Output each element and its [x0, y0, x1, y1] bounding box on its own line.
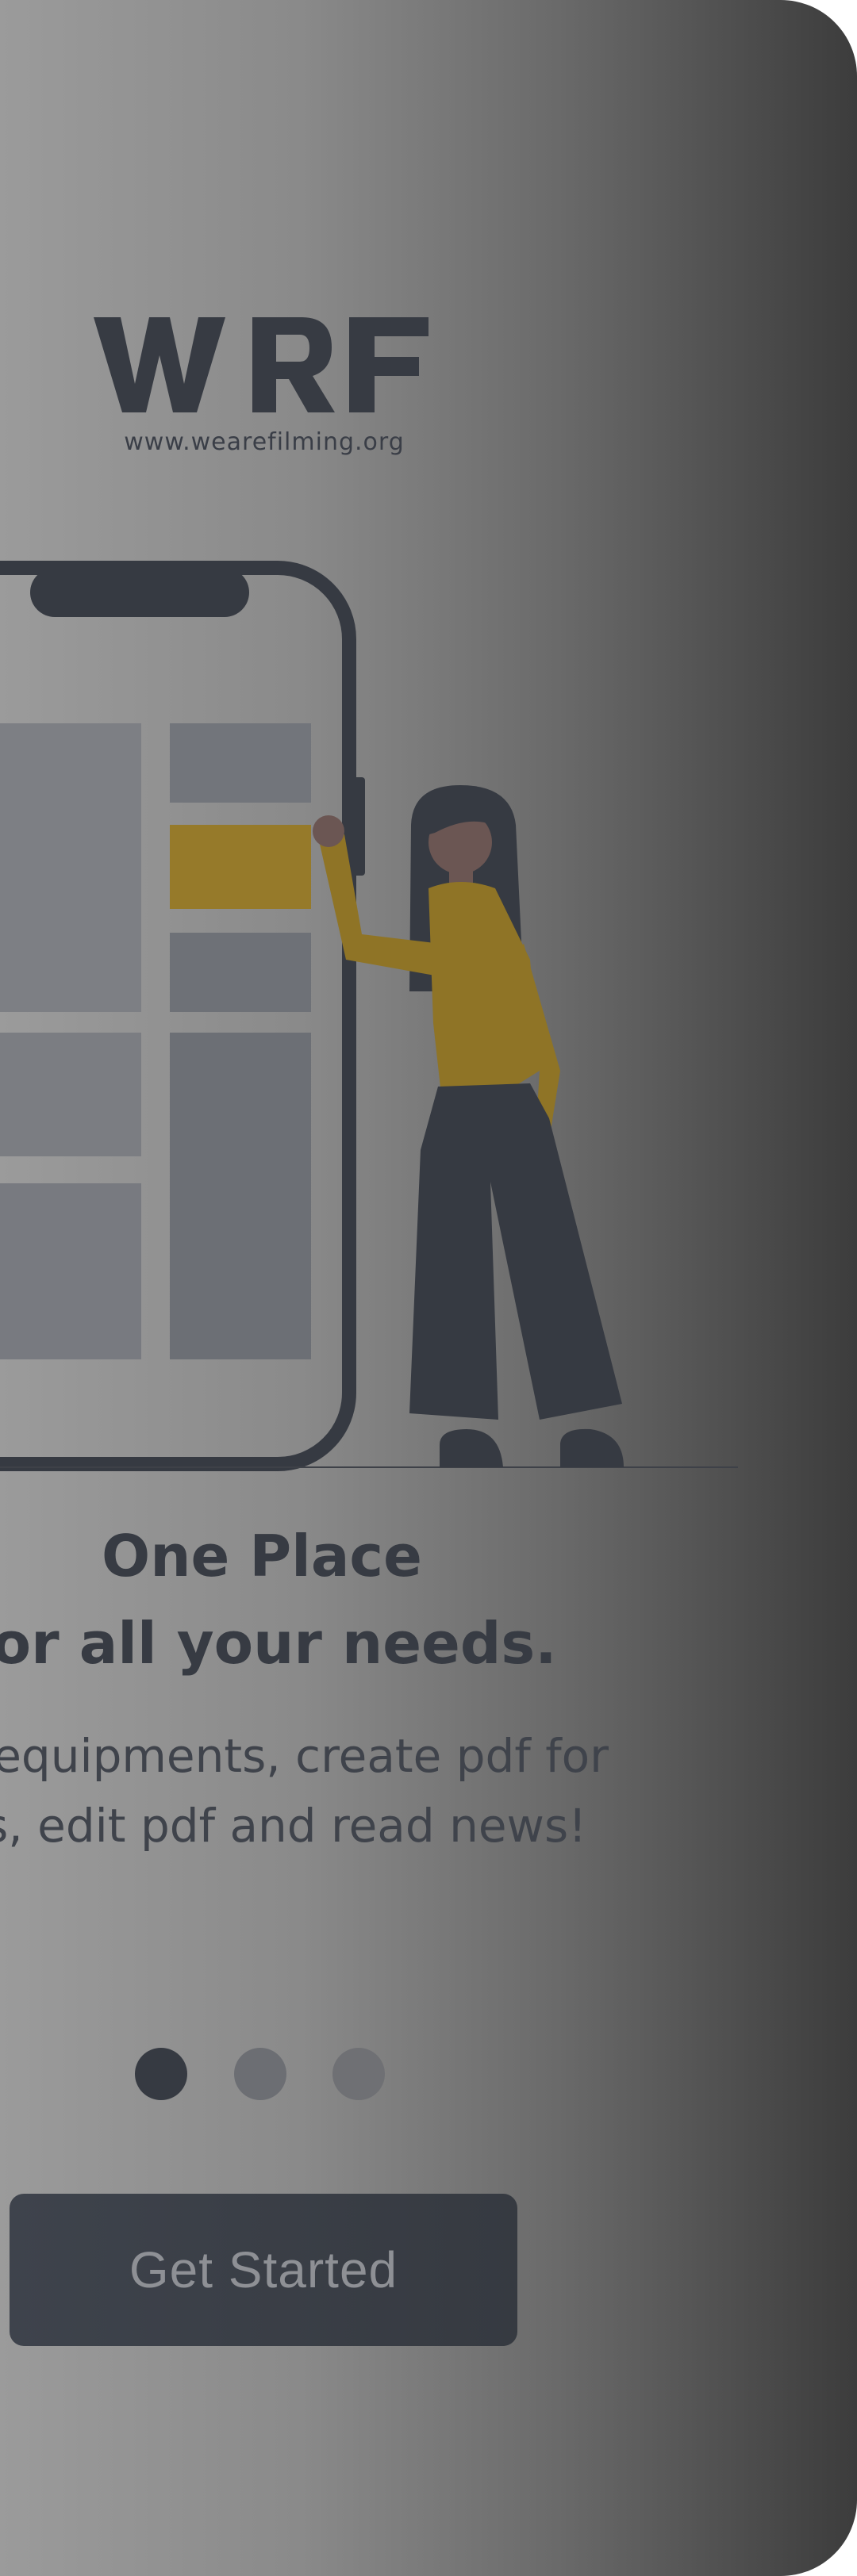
screen-tile	[170, 933, 311, 1012]
title-line-1: One Place	[102, 1523, 422, 1589]
description-line-2: ers, edit pdf and read news!	[0, 1799, 587, 1853]
woman-shoe	[560, 1428, 624, 1467]
screen-tile	[0, 1183, 141, 1359]
screen-tile	[0, 723, 141, 1012]
woman-hand	[313, 815, 344, 847]
page-indicator-dot-active[interactable]	[135, 2048, 187, 2100]
screen-tile	[170, 723, 311, 803]
title-line-2: for all your needs.	[0, 1610, 557, 1677]
page-indicator-dot[interactable]	[234, 2048, 286, 2100]
page-indicator-dot[interactable]	[332, 2048, 385, 2100]
woman-pants	[409, 1083, 622, 1420]
logo-letter-w	[94, 317, 225, 412]
wrf-logo	[94, 317, 428, 412]
screen-tile	[170, 1033, 311, 1359]
screen-tile-highlight	[170, 825, 311, 909]
screen-tile	[0, 1033, 141, 1156]
get-started-button[interactable]: Get Started	[10, 2194, 517, 2346]
description: for equipments, create pdf for ers, edit…	[0, 1721, 857, 1861]
phone-notch	[30, 568, 249, 617]
woman-shoe	[440, 1429, 503, 1467]
onboarding-screen: www.wearefilming.org One Place for all y…	[0, 0, 857, 2576]
logo-letter-r	[252, 317, 335, 412]
woman-with-phone-illustration	[0, 561, 738, 1471]
phone-side-button	[348, 777, 365, 876]
description-line-1: for equipments, create pdf for	[0, 1729, 609, 1783]
website-url: www.wearefilming.org	[124, 428, 405, 456]
logo-letter-f	[349, 317, 428, 412]
